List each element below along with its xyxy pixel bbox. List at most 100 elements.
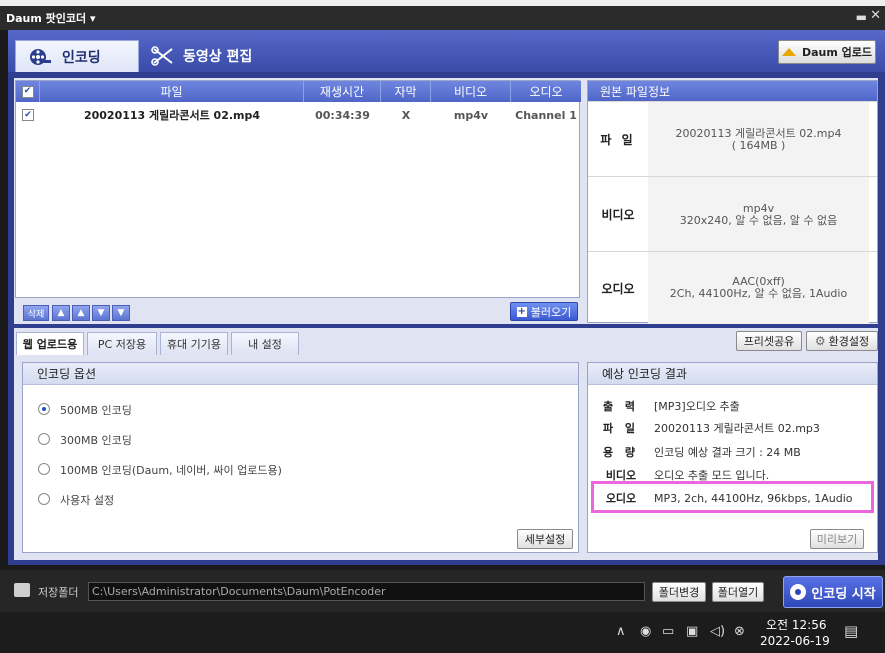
- column-file[interactable]: 파일: [40, 81, 304, 102]
- start-encoding-button[interactable]: 인코딩 시작: [783, 576, 883, 608]
- option-500mb-label: 500MB 인코딩: [60, 404, 132, 417]
- folder-icon: [14, 583, 30, 597]
- move-down-icon[interactable]: ▼: [92, 305, 110, 321]
- info-value: 20020113 게릴라콘서트 02.mp4 ( 164MB ): [648, 102, 869, 177]
- row-checkbox[interactable]: ✔: [22, 109, 34, 121]
- option-100mb-label: 100MB 인코딩(Daum, 네이버, 싸이 업로드용): [60, 464, 282, 477]
- notification-icon[interactable]: ▤: [844, 622, 858, 640]
- option-custom-label: 사용자 설정: [60, 494, 115, 507]
- move-up-icon[interactable]: ▲: [72, 305, 90, 321]
- speaker-icon[interactable]: ◁): [710, 624, 725, 639]
- column-video[interactable]: 비디오: [431, 81, 511, 102]
- tab-encoding[interactable]: 인코딩: [15, 40, 139, 72]
- save-path-field[interactable]: C:\Users\Administrator\Documents\Daum\Po…: [88, 582, 645, 601]
- result-label: 용 량: [602, 446, 640, 459]
- tab-mobile[interactable]: 휴대 기기용: [160, 332, 228, 355]
- minimize-button[interactable]: ▬: [856, 10, 867, 24]
- header-bar: [8, 30, 885, 72]
- preset-share-button[interactable]: 프리셋공유: [736, 331, 802, 351]
- result-label: 파 일: [602, 422, 640, 435]
- film-reel-icon: [790, 584, 807, 600]
- gear-icon: ⚙: [814, 334, 826, 348]
- daum-upload-label: Daum 업로드: [801, 46, 873, 59]
- info-file-size: ( 164MB ): [731, 138, 786, 152]
- upload-arrow-icon: [781, 48, 796, 56]
- info-label: 비디오: [601, 208, 635, 222]
- daum-upload-button[interactable]: Daum 업로드: [778, 40, 876, 64]
- result-value: [MP3]오디오 추출: [654, 400, 740, 413]
- info-row-file: 파 일 20020113 게릴라콘서트 02.mp4 ( 164MB ): [588, 101, 877, 177]
- row-audio: Channel 1: [515, 108, 577, 122]
- row-duration: 00:34:39: [315, 108, 370, 122]
- info-label: 파 일: [600, 133, 636, 147]
- row-subtitle: X: [401, 108, 411, 122]
- open-folder-button[interactable]: 폴더열기: [712, 582, 764, 602]
- result-row-output: 출 력 [MP3]오디오 추출: [588, 396, 877, 416]
- radio-100mb[interactable]: [38, 463, 50, 475]
- info-video-detail: 320x240, 알 수 없음, 알 수 없음: [679, 213, 838, 227]
- taskbar: [0, 612, 885, 653]
- start-encoding-label: 인코딩 시작: [811, 586, 876, 602]
- row-checkbox-cell: ✔: [16, 105, 40, 125]
- encoding-options-panel: 인코딩 옵션 500MB 인코딩 300MB 인코딩 100MB 인코딩(Dau…: [22, 362, 579, 553]
- battery-icon[interactable]: ▭: [662, 624, 674, 639]
- close-circle-icon[interactable]: ⊗: [734, 624, 745, 639]
- clock-time[interactable]: 오전 12:56: [766, 616, 826, 633]
- column-audio[interactable]: 오디오: [511, 81, 581, 102]
- info-audio-detail: 2Ch, 44100Hz, 알 수 없음, 1Audio: [669, 287, 848, 300]
- radio-custom[interactable]: [38, 493, 50, 505]
- column-subtitle[interactable]: 자막: [381, 81, 431, 102]
- source-info-title: 원본 파일정보: [588, 81, 877, 101]
- tab-pc-storage[interactable]: PC 저장용: [87, 332, 157, 355]
- info-value: mp4v 320x240, 알 수 없음, 알 수 없음: [648, 177, 869, 252]
- row-video: mp4v: [453, 108, 489, 122]
- title-bar: Daum 팟인코더 ▾ ▬ ✕: [0, 0, 885, 30]
- info-video-codec: mp4v: [742, 201, 775, 215]
- option-300mb-label: 300MB 인코딩: [60, 434, 132, 447]
- source-info-panel: 원본 파일정보 파 일 20020113 게릴라콘서트 02.mp4 ( 164…: [587, 80, 878, 324]
- move-top-icon[interactable]: ▲: [52, 305, 70, 321]
- load-label: 불러오기: [530, 305, 572, 319]
- load-button[interactable]: + 불러오기: [510, 302, 578, 321]
- select-all-header: ✔: [16, 81, 40, 102]
- settings-label: 환경설정: [828, 335, 870, 348]
- tab-my-settings[interactable]: 내 설정: [231, 332, 299, 355]
- row-file: 20020113 게릴라콘서트 02.mp4: [83, 109, 261, 122]
- plus-icon: +: [516, 306, 527, 317]
- meet-now-icon[interactable]: ◉: [640, 624, 651, 639]
- detail-settings-button[interactable]: 세부설정: [517, 529, 573, 549]
- info-row-audio: 오디오 AAC(0xff) 2Ch, 44100Hz, 알 수 없음, 1Aud…: [588, 251, 877, 324]
- info-file-name: 20020113 게릴라콘서트 02.mp4: [675, 126, 842, 140]
- tab-encoding-label: 인코딩: [62, 49, 101, 66]
- clock-date[interactable]: 2022-06-19: [760, 634, 830, 648]
- radio-500mb[interactable]: [38, 403, 50, 415]
- file-list: ✔ 파일 재생시간 자막 비디오 오디오 ✔ 20020113 게릴라콘서트 0…: [15, 80, 581, 298]
- change-folder-button[interactable]: 폴더변경: [652, 582, 706, 602]
- expected-result-title: 예상 인코딩 결과: [588, 363, 877, 385]
- tab-video-edit-label: 동영상 편집: [183, 49, 253, 65]
- result-row-size: 용 량 인코딩 예상 결과 크기 : 24 MB: [588, 442, 877, 462]
- chevron-up-icon[interactable]: ∧: [616, 624, 626, 639]
- move-bottom-icon[interactable]: ▼: [112, 305, 130, 321]
- select-all-checkbox[interactable]: ✔: [21, 85, 34, 98]
- delete-button[interactable]: 삭제: [23, 305, 49, 321]
- save-folder-label: 저장폴더: [38, 586, 79, 599]
- tab-web-upload[interactable]: 웹 업로드용: [16, 332, 84, 355]
- radio-300mb[interactable]: [38, 433, 50, 445]
- preview-button[interactable]: 미리보기: [810, 529, 864, 549]
- window-title[interactable]: Daum 팟인코더 ▾: [6, 10, 96, 26]
- film-reel-icon: [28, 46, 52, 68]
- highlight-box: [591, 481, 874, 513]
- info-label: 오디오: [601, 281, 635, 296]
- encoding-options-title: 인코딩 옵션: [23, 363, 578, 385]
- column-duration[interactable]: 재생시간: [304, 81, 381, 102]
- settings-button[interactable]: ⚙ 환경설정: [806, 331, 878, 351]
- scissors-icon: [151, 45, 175, 67]
- close-button[interactable]: ✕: [870, 8, 881, 23]
- result-value: 20020113 게릴라콘서트 02.mp3: [654, 422, 820, 435]
- tab-video-edit[interactable]: 동영상 편집: [147, 40, 267, 72]
- result-label: 출 력: [602, 400, 640, 413]
- info-row-video: 비디오 mp4v 320x240, 알 수 없음, 알 수 없음: [588, 176, 877, 252]
- network-icon[interactable]: ▣: [686, 624, 698, 639]
- expected-result-panel: 예상 인코딩 결과 출 력 [MP3]오디오 추출 파 일 20020113 게…: [587, 362, 878, 553]
